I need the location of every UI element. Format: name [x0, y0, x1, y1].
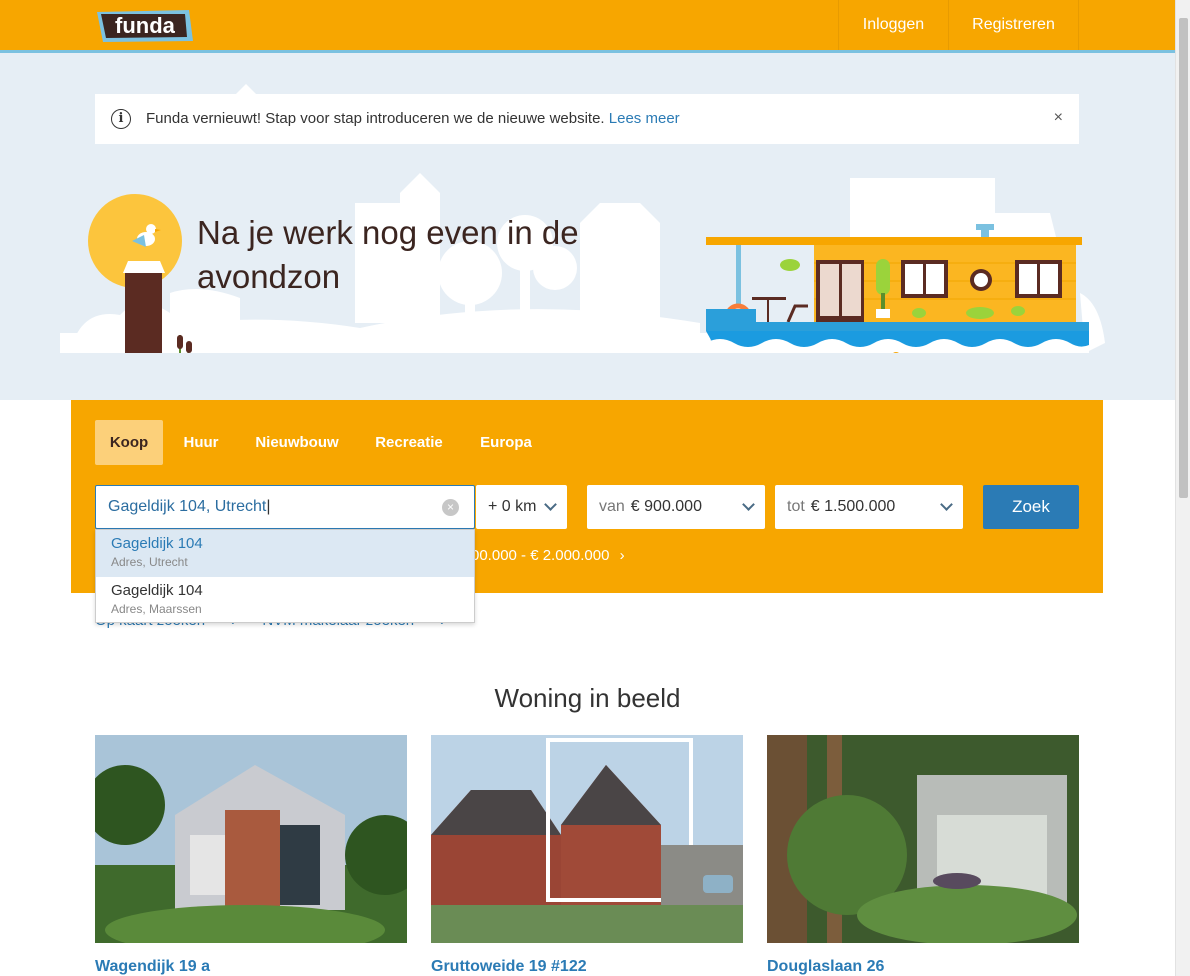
price-to-value: € 1.500.000	[810, 498, 896, 515]
search-button[interactable]: Zoek	[983, 485, 1079, 529]
notice-message: Funda vernieuwt! Stap voor stap introduc…	[146, 110, 605, 127]
listing-card[interactable]: Wagendijk 19 a	[85, 735, 425, 976]
listing-title[interactable]: Wagendijk 19 a	[95, 958, 407, 976]
radius-value: + 0 km	[488, 498, 537, 515]
notice-text: Funda vernieuwt! Stap voor stap introduc…	[146, 110, 680, 127]
price-to-label: tot	[787, 498, 805, 515]
tab-europa[interactable]: Europa	[471, 420, 541, 465]
listing-photo[interactable]	[767, 735, 1079, 945]
listing-card[interactable]: Gruttoweide 19 #122	[431, 735, 743, 976]
funda-logo[interactable]: funda	[95, 8, 195, 44]
autocomplete-item-title: Gageldijk 104	[111, 535, 203, 552]
chevron-down-icon	[742, 498, 755, 511]
logo-text: funda	[115, 13, 176, 38]
search-query: Gageldijk 104, Utrecht	[108, 498, 267, 515]
tab-koop[interactable]: Koop	[95, 420, 163, 465]
autocomplete-item[interactable]: Gageldijk 104 Adres, Utrecht	[96, 530, 474, 577]
clear-icon[interactable]: ×	[442, 499, 459, 516]
price-from-select[interactable]: van € 900.000	[587, 485, 765, 529]
search-input[interactable]: Gageldijk 104, Utrecht| ×	[95, 485, 475, 529]
notice-banner: i Funda vernieuwt! Stap voor stap introd…	[95, 84, 1079, 144]
autocomplete-item-subtitle: Adres, Utrecht	[111, 555, 188, 569]
autocomplete-item-title: Gageldijk 104	[111, 582, 203, 599]
hero: i Funda vernieuwt! Stap voor stap introd…	[0, 53, 1175, 400]
chevron-down-icon	[940, 498, 953, 511]
recent-search-link[interactable]: 00.000 - € 2.000.000 ›	[471, 547, 625, 564]
section-title: Woning in beeld	[494, 683, 681, 713]
login-link[interactable]: Inloggen	[838, 0, 948, 50]
autocomplete-item-subtitle: Adres, Maarssen	[111, 602, 202, 616]
site-header: funda Inloggen Registreren	[0, 0, 1175, 53]
listing-photo[interactable]	[431, 735, 743, 943]
tab-huur[interactable]: Huur	[173, 420, 229, 465]
price-to-select[interactable]: tot € 1.500.000	[775, 485, 963, 529]
listing-title[interactable]: Gruttoweide 19 #122	[431, 958, 743, 976]
close-icon[interactable]: ×	[1054, 109, 1063, 127]
hero-title: Na je werk nog even in de avondzon	[197, 214, 579, 295]
notice-pointer	[235, 84, 257, 95]
info-icon: i	[111, 109, 131, 129]
recent-search-text: 00.000 - € 2.000.000	[471, 547, 610, 564]
radius-select[interactable]: + 0 km	[476, 485, 567, 529]
tab-nieuwbouw[interactable]: Nieuwbouw	[247, 420, 347, 465]
page-scrollbar[interactable]	[1175, 0, 1190, 976]
chevron-down-icon	[544, 498, 557, 511]
price-from-label: van	[599, 498, 625, 515]
notice-read-more-link[interactable]: Lees meer	[609, 110, 680, 127]
listing-photo[interactable]	[85, 735, 425, 955]
scrollbar-thumb[interactable]	[1179, 18, 1188, 498]
listing-title[interactable]: Douglaslaan 26	[767, 958, 1079, 976]
tab-recreatie[interactable]: Recreatie	[367, 420, 451, 465]
autocomplete-dropdown: Gageldijk 104 Adres, Utrecht Gageldijk 1…	[95, 529, 475, 623]
chevron-right-icon: ›	[619, 547, 625, 564]
autocomplete-item[interactable]: Gageldijk 104 Adres, Maarssen	[96, 577, 474, 624]
listing-card[interactable]: Douglaslaan 26	[767, 735, 1079, 976]
register-link[interactable]: Registreren	[948, 0, 1079, 50]
price-from-value: € 900.000	[630, 498, 702, 515]
